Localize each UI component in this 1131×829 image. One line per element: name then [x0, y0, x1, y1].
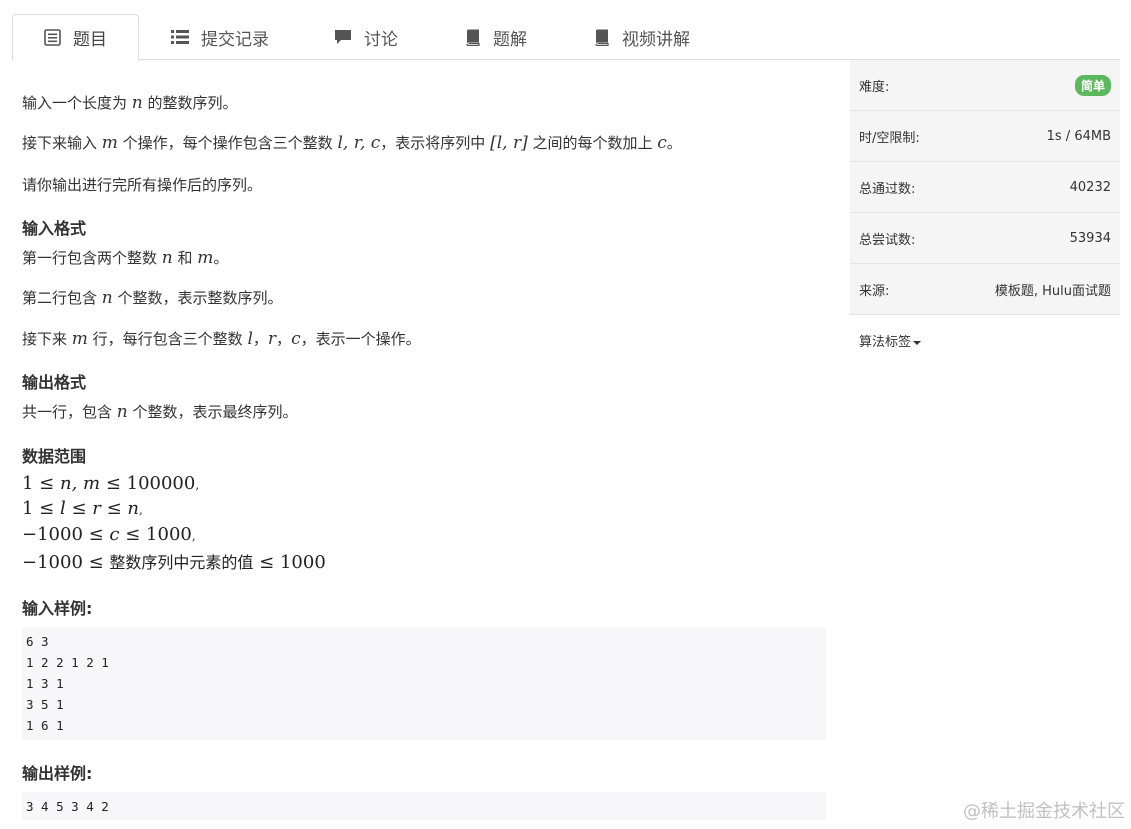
input-sample-line: 1 6 1 [26, 718, 64, 733]
difficulty-row: 难度: 简单 [850, 60, 1120, 111]
tried-row: 总尝试数: 53934 [850, 213, 1120, 264]
algorithm-tags-label: 算法标签 [859, 335, 912, 350]
output-sample-heading: 输出样例: [22, 764, 93, 783]
passed-label: 总通过数: [859, 181, 916, 197]
source-row: 来源: 模板题, Hulu面试题 [850, 264, 1120, 315]
input-format-line-3: 接下来 m 行，每行包含三个整数 l，r，c，表示一个操作。 [22, 329, 421, 349]
tags-row: 算法标签 [850, 315, 1120, 366]
tab-problem-label: 题目 [73, 30, 107, 50]
data-range-heading: 数据范围 [22, 447, 87, 466]
data-range-line-1: 1 ≤ n, m ≤ 100000, [22, 473, 200, 494]
input-sample-heading: 输入样例: [22, 599, 93, 618]
input-format-line-1: 第一行包含两个整数 n 和 m。 [22, 248, 229, 268]
input-format-heading: 输入格式 [22, 219, 87, 238]
tab-discussion-label: 讨论 [364, 29, 398, 50]
output-sample-block[interactable]: 3 4 5 3 4 2 [22, 792, 826, 820]
tab-submissions-label: 提交记录 [201, 29, 269, 50]
limit-value: 1s / 64MB [1046, 128, 1111, 144]
input-sample-block[interactable]: 6 3 1 2 2 1 2 1 1 3 1 3 5 1 1 6 1 [22, 627, 826, 740]
book-icon [465, 29, 481, 46]
data-range-line-2: 1 ≤ l ≤ r ≤ n, [22, 498, 143, 519]
book-icon [594, 29, 610, 46]
input-format-line-2: 第二行包含 n 个整数，表示整数序列。 [22, 288, 283, 308]
tab-problem[interactable]: 题目 [12, 14, 139, 61]
passed-value: 40232 [1069, 179, 1111, 195]
output-format-line-1: 共一行，包含 n 个整数，表示最终序列。 [22, 402, 298, 422]
algorithm-tags-toggle[interactable]: 算法标签 [859, 331, 922, 350]
input-sample-line: 3 5 1 [26, 697, 64, 712]
tab-video[interactable]: 视频讲解 [594, 14, 690, 60]
input-sample-line: 1 2 2 1 2 1 [26, 655, 109, 670]
list-alt-icon [44, 29, 61, 46]
source-value: 模板题, Hulu面试题 [994, 283, 1111, 299]
problem-description-3: 请你输出进行完所有操作后的序列。 [22, 176, 263, 194]
passed-row: 总通过数: 40232 [850, 162, 1120, 213]
output-sample-line: 3 4 5 3 4 2 [26, 799, 109, 814]
output-format-heading: 输出格式 [22, 373, 87, 392]
limit-label: 时/空限制: [859, 130, 920, 146]
problem-description-1: 输入一个长度为 n 的整数序列。 [22, 93, 238, 113]
tab-video-label: 视频讲解 [622, 29, 690, 50]
data-range-line-4: −1000 ≤ 整数序列中元素的值 ≤ 1000 [22, 552, 326, 573]
difficulty-badge: 简单 [1074, 74, 1111, 96]
tab-solutions-label: 题解 [493, 29, 527, 50]
input-sample-line: 6 3 [26, 634, 49, 649]
comment-icon [334, 29, 352, 45]
data-range-line-3: −1000 ≤ c ≤ 1000, [22, 524, 196, 545]
problem-tabs: 题目 提交记录 讨论 题解 视频讲解 [12, 14, 1120, 61]
tried-label: 总尝试数: [859, 232, 916, 248]
tried-value: 53934 [1069, 230, 1111, 246]
source-label: 来源: [859, 283, 890, 299]
list-icon [171, 29, 189, 45]
caret-down-icon [913, 340, 922, 345]
problem-info-panel: 难度: 简单 时/空限制: 1s / 64MB 总通过数: 40232 总尝试数… [850, 60, 1120, 366]
difficulty-label: 难度: [859, 79, 890, 95]
problem-description-2: 接下来输入 m 个操作，每个操作包含三个整数 l, r, c，表示将序列中 [l… [22, 133, 682, 153]
watermark: @稀土掘金技术社区 [963, 801, 1125, 822]
limit-row: 时/空限制: 1s / 64MB [850, 111, 1120, 162]
tab-solutions[interactable]: 题解 [465, 14, 527, 60]
tab-submissions[interactable]: 提交记录 [171, 14, 269, 60]
input-sample-line: 1 3 1 [26, 676, 64, 691]
tab-discussion[interactable]: 讨论 [334, 14, 398, 60]
